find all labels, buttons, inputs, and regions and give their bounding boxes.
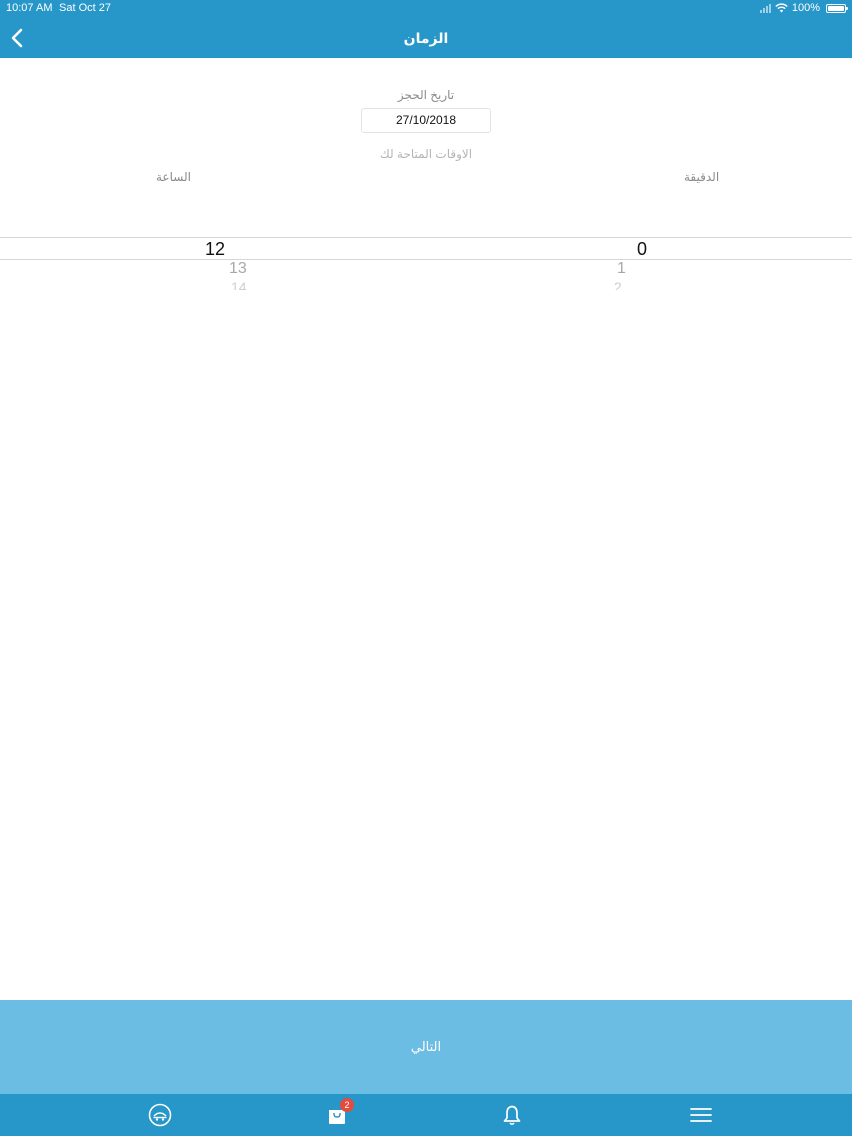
signal-icon bbox=[759, 3, 771, 13]
hour-next2[interactable]: 14 bbox=[231, 279, 247, 290]
minute-next2[interactable]: 2 bbox=[614, 279, 622, 290]
minute-selected[interactable]: 0 bbox=[637, 239, 647, 260]
bell-icon bbox=[503, 1105, 521, 1126]
hour-selected[interactable]: 12 bbox=[205, 239, 225, 260]
tab-cart[interactable]: 2 bbox=[307, 1094, 367, 1136]
status-bar: 10:07 AM Sat Oct 27 100% bbox=[0, 0, 852, 18]
status-right-group: 100% bbox=[759, 2, 848, 14]
navigation-bar: 10:07 AM Sat Oct 27 100% الزمان bbox=[0, 0, 852, 58]
picker-selection-bottom-line bbox=[0, 259, 852, 260]
hour-next[interactable]: 13 bbox=[229, 260, 247, 278]
available-times-label: الاوقات المتاحة لك bbox=[379, 147, 473, 161]
tab-bar: 2 bbox=[0, 1094, 852, 1136]
booking-date-field[interactable]: 27/10/2018 bbox=[361, 108, 491, 133]
tab-notifications[interactable] bbox=[482, 1094, 542, 1136]
time-picker[interactable]: 12 13 14 0 1 2 bbox=[0, 186, 852, 290]
tab-menu[interactable] bbox=[671, 1094, 731, 1136]
logo-icon bbox=[148, 1103, 172, 1127]
picker-selection-top-line bbox=[0, 237, 852, 238]
minute-next[interactable]: 1 bbox=[617, 260, 626, 278]
cart-badge: 2 bbox=[340, 1098, 354, 1112]
page-title: الزمان bbox=[403, 30, 449, 46]
next-button[interactable]: التالي bbox=[0, 1000, 852, 1094]
menu-icon bbox=[690, 1108, 712, 1122]
status-time: 10:07 AM bbox=[6, 2, 53, 14]
booking-date-label: تاريخ الحجز bbox=[397, 88, 455, 102]
wifi-icon bbox=[775, 3, 788, 13]
battery-percent: 100% bbox=[791, 2, 820, 14]
status-date: Sat Oct 27 bbox=[59, 2, 111, 14]
tab-home[interactable] bbox=[130, 1094, 190, 1136]
minute-column-label: الدقيقة bbox=[684, 170, 720, 184]
battery-icon bbox=[826, 3, 848, 13]
hour-column-label: الساعة bbox=[156, 170, 191, 184]
